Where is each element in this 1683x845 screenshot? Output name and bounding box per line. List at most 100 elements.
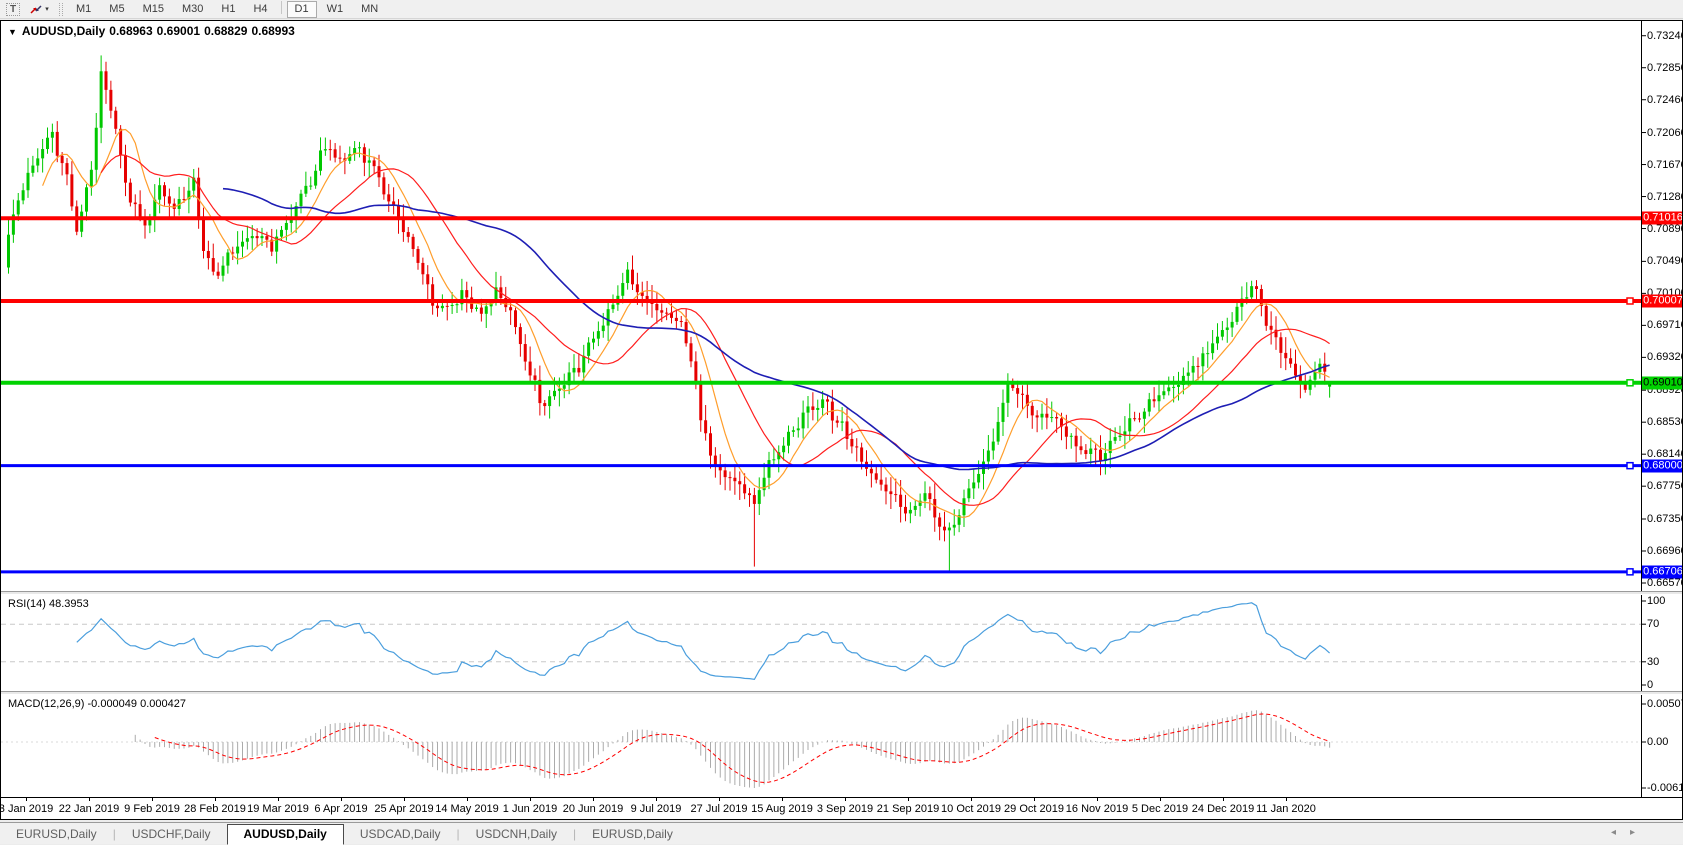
rsi-axis-tick: 0 <box>1647 679 1653 691</box>
price-axis-tick: 0.70490 <box>1647 255 1682 267</box>
date-axis-label: 5 Dec 2019 <box>1132 803 1188 815</box>
tab-usdchf-daily[interactable]: USDCHF,Daily <box>116 825 227 844</box>
price-level-badge: 0.71016 <box>1642 212 1682 225</box>
arrow-tool-button[interactable]: ▾ <box>24 2 54 17</box>
date-axis-label: 11 Jan 2020 <box>1256 803 1316 815</box>
date-axis-label: 3 Sep 2019 <box>817 803 873 815</box>
price-chart-panel[interactable]: ▼AUDUSD,Daily0.689630.690010.688290.6899… <box>1 21 1682 591</box>
top-toolbar: T ▾ M1M5M15M30H1H4 D1W1MN <box>0 0 1683 19</box>
tab-scroll-left-icon[interactable]: ◂ <box>1611 827 1616 838</box>
tab-scroll-right-icon[interactable]: ▸ <box>1630 827 1635 838</box>
price-axis-tick: 0.71280 <box>1647 191 1682 203</box>
ohlc-close: 0.68993 <box>251 24 294 38</box>
date-axis-label: 1 Jun 2019 <box>503 803 557 815</box>
date-axis-tick <box>971 798 972 801</box>
chart-window: ▼AUDUSD,Daily0.689630.690010.688290.6899… <box>0 20 1683 820</box>
price-axis-tick: 0.71670 <box>1647 159 1682 171</box>
date-axis-tick <box>908 798 909 801</box>
price-axis-tick: 0.67350 <box>1647 513 1682 525</box>
candlestick-chart[interactable] <box>1 21 1682 591</box>
timeframe-button-mn[interactable]: MN <box>353 1 386 18</box>
timeframe-button-m15[interactable]: M15 <box>135 1 172 18</box>
date-axis-label: 6 Apr 2019 <box>314 803 367 815</box>
rsi-chart[interactable] <box>1 595 1682 691</box>
price-axis-tick: 0.73240 <box>1647 30 1682 42</box>
date-axis-tick <box>845 798 846 801</box>
macd-indicator-panel[interactable]: MACD(12,26,9) -0.000049 0.000427 0.00507… <box>1 695 1682 797</box>
price-axis-tick: 0.66960 <box>1647 545 1682 557</box>
text-tool-icon: T <box>6 3 20 16</box>
rsi-value: 48.3953 <box>49 598 89 610</box>
text-tool-button[interactable]: T <box>4 2 22 17</box>
rsi-line <box>77 603 1330 680</box>
rsi-axis-tick: 70 <box>1647 618 1659 630</box>
rsi-label: RSI(14) 48.3953 <box>8 598 89 610</box>
tab-usdcad-daily[interactable]: USDCAD,Daily <box>344 825 457 844</box>
macd-axis-tick: 0.00 <box>1647 736 1668 748</box>
chevron-down-icon: ▾ <box>45 5 49 13</box>
date-axis-label: 25 Apr 2019 <box>374 803 433 815</box>
date-axis-tick <box>404 798 405 801</box>
price-level-badge: 0.66706 <box>1642 565 1682 578</box>
tab-scroll-arrows: ◂▸ <box>1597 827 1635 838</box>
macd-chart[interactable] <box>1 695 1682 797</box>
timeframe-button-m30[interactable]: M30 <box>174 1 211 18</box>
chart-dropdown-icon[interactable]: ▼ <box>8 27 17 37</box>
date-axis-tick <box>530 798 531 801</box>
rsi-axis-tick: 100 <box>1647 595 1665 607</box>
date-axis-label: 19 Mar 2019 <box>247 803 309 815</box>
date-axis-tick <box>215 798 216 801</box>
rsi-indicator-panel[interactable]: RSI(14) 48.3953 100 70 30 0 <box>1 595 1682 691</box>
macd-main-value: -0.000049 <box>87 698 137 710</box>
tab-eurusd-daily[interactable]: EURUSD,Daily <box>0 825 113 844</box>
date-axis-tick <box>1097 798 1098 801</box>
price-axis-tick: 0.66570 <box>1647 577 1682 589</box>
tab-usdcnh-daily[interactable]: USDCNH,Daily <box>460 825 573 844</box>
price-level-badge: 0.70007 <box>1642 294 1682 307</box>
tab-audusd-daily[interactable]: AUDUSD,Daily <box>227 824 344 845</box>
date-axis-label: 14 May 2019 <box>435 803 499 815</box>
macd-signal-line <box>155 714 1330 783</box>
date-axis-tick <box>1223 798 1224 801</box>
macd-axis-tick: -0.006148 <box>1647 782 1682 794</box>
timeframe-button-m1[interactable]: M1 <box>68 1 99 18</box>
date-axis-tick <box>341 798 342 801</box>
timeframe-button-d1[interactable]: D1 <box>287 1 317 18</box>
timeframe-button-w1[interactable]: W1 <box>319 1 352 18</box>
moving-average-line-45 <box>223 189 1330 470</box>
tab-eurusd-daily[interactable]: EURUSD,Daily <box>576 825 689 844</box>
macd-axis-tick: 0.005076 <box>1647 698 1682 710</box>
price-axis-tick: 0.72460 <box>1647 94 1682 106</box>
date-axis[interactable]: 3 Jan 2019 22 Jan 2019 9 Feb 2019 28 Feb 20… <box>1 797 1682 819</box>
date-axis-tick <box>1286 798 1287 801</box>
chart-title: ▼AUDUSD,Daily0.689630.690010.688290.6899… <box>8 24 299 38</box>
rsi-axis-tick: 30 <box>1647 656 1659 668</box>
price-level-badge: 0.69010 <box>1642 376 1682 389</box>
date-axis-label: 9 Feb 2019 <box>124 803 180 815</box>
timeframe-button-h1[interactable]: H1 <box>213 1 243 18</box>
date-axis-label: 22 Jan 2019 <box>59 803 120 815</box>
arrows-icon <box>29 3 43 16</box>
date-axis-label: 15 Aug 2019 <box>751 803 813 815</box>
timeframe-button-m5[interactable]: M5 <box>101 1 132 18</box>
price-axis-tick: 0.68530 <box>1647 416 1682 428</box>
timeframe-button-group: M1M5M15M30H1H4 D1W1MN <box>67 1 387 18</box>
date-axis-tick <box>1160 798 1161 801</box>
date-axis-label: 28 Feb 2019 <box>184 803 246 815</box>
date-axis-label: 3 Jan 2019 <box>0 803 53 815</box>
toolbar-grip <box>59 3 63 16</box>
date-axis-tick <box>278 798 279 801</box>
date-axis-tick <box>89 798 90 801</box>
price-axis-tick: 0.72850 <box>1647 62 1682 74</box>
date-axis-label: 27 Jul 2019 <box>691 803 748 815</box>
toolbar-separator <box>281 1 282 14</box>
date-axis-label: 21 Sep 2019 <box>877 803 939 815</box>
timeframe-button-h4[interactable]: H4 <box>245 1 275 18</box>
date-axis-label: 10 Oct 2019 <box>941 803 1001 815</box>
price-axis-tick: 0.72060 <box>1647 127 1682 139</box>
ohlc-open: 0.68963 <box>109 24 152 38</box>
ohlc-low: 0.68829 <box>204 24 247 38</box>
date-axis-tick <box>152 798 153 801</box>
price-axis-tick: 0.67750 <box>1647 480 1682 492</box>
macd-signal-value: 0.000427 <box>140 698 186 710</box>
